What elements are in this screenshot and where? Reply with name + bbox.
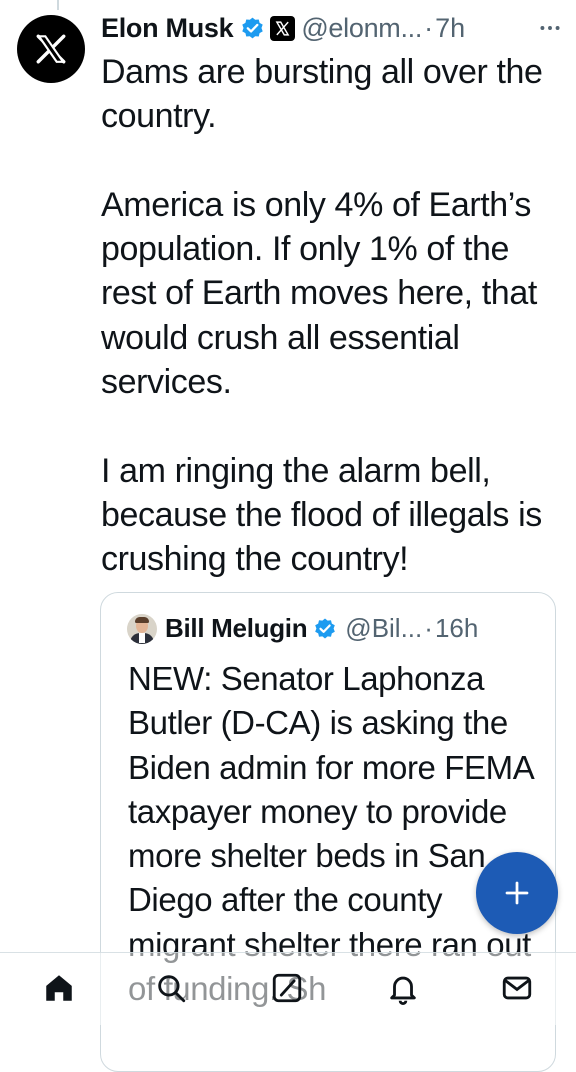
- quoted-author-avatar: [127, 613, 157, 644]
- tweet-body: Dams are bursting all over the country. …: [101, 50, 571, 582]
- compose-button[interactable]: [476, 852, 558, 934]
- search-icon[interactable]: [154, 971, 188, 1005]
- x-logo-icon: [36, 34, 66, 64]
- more-options-icon[interactable]: [537, 15, 563, 41]
- quoted-author-handle: @Bil...: [345, 613, 423, 643]
- x-affiliation-badge-icon[interactable]: [270, 15, 296, 41]
- bell-icon[interactable]: [386, 971, 420, 1005]
- quoted-tweet-header: Bill Melugin @Bil... · 16h: [127, 613, 478, 644]
- quoted-header-separator: ·: [424, 613, 433, 643]
- tweet-paragraph: I am ringing the alarm bell, because the…: [101, 451, 542, 579]
- verified-badge-icon: [242, 17, 264, 38]
- tweet-header: Elon Musk @elonm... · 7h: [101, 8, 563, 48]
- grok-icon[interactable]: [270, 971, 304, 1005]
- author-avatar[interactable]: [17, 15, 85, 83]
- plus-icon: [505, 881, 529, 905]
- quoted-author-name: Bill Melugin: [165, 613, 308, 643]
- author-handle[interactable]: @elonm...: [301, 13, 422, 44]
- bottom-navigation-bar: [0, 952, 576, 1025]
- quoted-tweet-timestamp: 16h: [434, 613, 479, 643]
- header-separator: ·: [424, 12, 434, 43]
- author-name[interactable]: Elon Musk: [101, 13, 234, 44]
- thread-connector-line: [57, 0, 59, 10]
- verified-badge-icon: [315, 618, 336, 638]
- tweet-paragraph: Dams are bursting all over the country.: [101, 53, 543, 136]
- tweet-timestamp[interactable]: 7h: [435, 13, 465, 44]
- envelope-icon[interactable]: [500, 971, 534, 1005]
- home-icon[interactable]: [42, 971, 76, 1005]
- tweet-paragraph: America is only 4% of Earth’s population…: [101, 185, 537, 402]
